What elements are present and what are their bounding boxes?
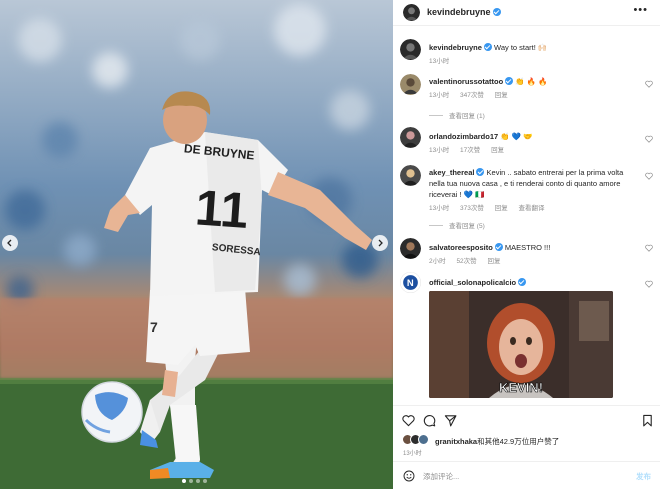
- svg-text:N: N: [407, 278, 414, 289]
- liked-by-rest: 和其他42.9万位用户赞了: [477, 437, 560, 446]
- post-side-panel: kevindebruyne ••• kevindebruyne Way to s…: [393, 0, 660, 489]
- gif-image: KEVIN!: [429, 291, 613, 398]
- comment-body: orlandozimbardo17 👏 💙 🤝 13小时 17次赞 回复: [429, 131, 639, 156]
- reply-button[interactable]: 回复: [495, 205, 508, 212]
- heart-icon[interactable]: [645, 280, 653, 288]
- next-photo-button[interactable]: [372, 235, 388, 251]
- author-username[interactable]: kevindebruyne: [427, 7, 501, 17]
- reply-button[interactable]: 回复: [495, 92, 508, 99]
- carousel-dot: [196, 479, 200, 483]
- comment-gif[interactable]: KEVIN!: [429, 291, 613, 398]
- reply-button[interactable]: 回复: [491, 147, 504, 154]
- comment-likes-count[interactable]: 347次赞: [460, 92, 484, 99]
- see-translation-button[interactable]: 查看翻译: [519, 205, 545, 212]
- caption-text: Way to start! 🙌🏻: [494, 43, 548, 52]
- comment-time: 13小时: [429, 92, 450, 99]
- caption-body: kevindebruyne Way to start! 🙌🏻 13小时: [429, 42, 639, 67]
- carousel-indicator: [182, 479, 207, 483]
- comment-body: official_solonapolicalcio: [429, 277, 639, 288]
- verified-badge-icon: [476, 168, 485, 176]
- avatar[interactable]: [403, 4, 420, 21]
- comment-meta: 13小时 17次赞 回复: [429, 145, 639, 156]
- verified-badge-icon: [483, 43, 492, 51]
- emoji-icon[interactable]: [403, 470, 415, 482]
- view-replies-button[interactable]: 查看回复 (1): [429, 110, 485, 120]
- jersey-number: 11: [193, 179, 250, 239]
- like-heart-icon[interactable]: [402, 414, 415, 427]
- caption-time: 13小时: [429, 58, 450, 65]
- post-comment-button[interactable]: 发布: [636, 471, 651, 482]
- comment-meta: 2小时 52次赞 回复: [429, 256, 639, 267]
- comment-text: 👏 🔥 🔥: [515, 77, 548, 86]
- verified-badge-icon: [518, 278, 527, 286]
- bookmark-icon[interactable]: [641, 414, 654, 427]
- comment-username[interactable]: akey_thereal: [429, 168, 485, 177]
- comment-username[interactable]: orlandozimbardo17: [429, 132, 498, 141]
- comment-time: 13小时: [429, 205, 450, 212]
- comment-username[interactable]: official_solonapolicalcio: [429, 278, 527, 287]
- comment-time: 13小时: [429, 147, 450, 154]
- post-actions-bar: [393, 405, 660, 433]
- heart-icon[interactable]: [645, 135, 653, 143]
- caption-username[interactable]: kevindebruyne: [429, 43, 492, 52]
- post-header: kevindebruyne •••: [393, 0, 660, 26]
- stadium-crowd-background: 7 DE BRUYNE 11 SORESSA: [0, 4, 393, 489]
- verified-badge-icon: [505, 77, 514, 85]
- liked-by-username[interactable]: granitxhaka: [435, 437, 477, 446]
- comment-likes-count[interactable]: 17次赞: [460, 147, 480, 154]
- comment-body: valentinorussotattoo 👏 🔥 🔥 13小时 347次赞 回复: [429, 76, 639, 101]
- carousel-dot: [182, 479, 186, 483]
- verified-badge-icon: [492, 8, 501, 16]
- avatar[interactable]: [400, 238, 421, 259]
- liked-by-text: granitxhaka和其他42.9万位用户赞了: [435, 436, 559, 447]
- heart-icon[interactable]: [645, 244, 653, 252]
- comment-text: 👏 💙 🤝: [500, 132, 533, 141]
- comment-username[interactable]: valentinorussotattoo: [429, 77, 514, 86]
- reply-button[interactable]: 回复: [487, 258, 500, 265]
- comment-likes-count[interactable]: 373次赞: [460, 205, 484, 212]
- comment-time: 2小时: [429, 258, 446, 265]
- comment-body: akey_thereal Kevin .. sabato entrerai pe…: [429, 167, 639, 214]
- carousel-dot: [189, 479, 193, 483]
- carousel-dot: [203, 479, 207, 483]
- avatar[interactable]: [400, 39, 421, 60]
- post-timestamp: 13小时: [403, 451, 422, 457]
- chevron-right-icon: [378, 239, 383, 247]
- comment-likes-count[interactable]: 52次赞: [456, 258, 476, 265]
- avatar[interactable]: N: [400, 272, 421, 293]
- share-icon[interactable]: [444, 414, 457, 427]
- liked-by-summary[interactable]: granitxhaka和其他42.9万位用户赞了: [402, 434, 652, 446]
- verified-badge-icon: [494, 243, 503, 251]
- heart-icon[interactable]: [645, 80, 653, 88]
- svg-text:7: 7: [150, 319, 158, 335]
- post-photo[interactable]: 7 DE BRUYNE 11 SORESSA: [0, 0, 393, 489]
- avatar[interactable]: [400, 74, 421, 95]
- comment-input[interactable]: [423, 469, 613, 483]
- chevron-left-icon: [7, 239, 12, 247]
- view-replies-button[interactable]: 查看回复 (5): [429, 220, 485, 230]
- gif-caption: KEVIN!: [499, 380, 543, 395]
- comment-icon[interactable]: [423, 414, 436, 427]
- comment-meta: 13小时 373次赞 回复 查看翻译: [429, 203, 639, 214]
- comment-text: MAESTRO !!!: [504, 243, 551, 252]
- comment-composer: 发布: [393, 461, 660, 489]
- avatar[interactable]: [400, 127, 421, 148]
- heart-icon[interactable]: [645, 172, 653, 180]
- more-options-icon[interactable]: •••: [633, 4, 648, 16]
- caption-meta: 13小时: [429, 56, 639, 67]
- previous-photo-button[interactable]: [2, 235, 18, 251]
- comment-username[interactable]: salvatoreesposito: [429, 243, 503, 252]
- comment-meta: 13小时 347次赞 回复: [429, 90, 639, 101]
- avatar[interactable]: [400, 165, 421, 186]
- comment-body: salvatoreesposito MAESTRO !!! 2小时 52次赞 回…: [429, 242, 639, 267]
- avatar: [418, 434, 429, 445]
